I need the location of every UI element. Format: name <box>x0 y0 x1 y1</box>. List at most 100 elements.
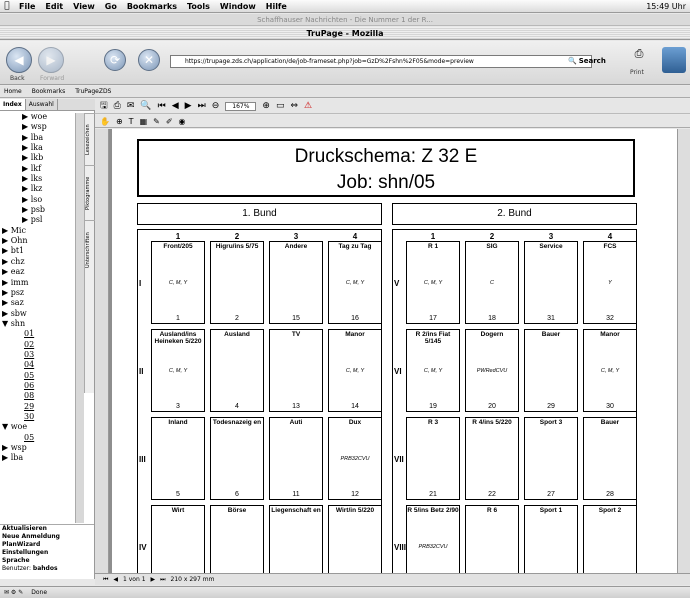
tree-item[interactable]: ▶ lkb <box>0 153 80 163</box>
home-link[interactable]: Home <box>4 88 22 95</box>
page-slot[interactable]: SIG C 18 <box>465 241 519 324</box>
tree-item[interactable]: ▶ lkz <box>0 184 80 194</box>
collapsed-triangle-icon[interactable]: ▶ <box>2 288 11 297</box>
tree-item[interactable]: ▶ lks <box>0 174 80 184</box>
link-neue-anmeldung[interactable]: Neue Anmeldung <box>2 533 94 541</box>
prev-page-small-icon[interactable]: ◀ <box>113 576 118 583</box>
collapsed-triangle-icon[interactable]: ▶ <box>22 143 31 152</box>
stamp-tool-icon[interactable]: ◉ <box>179 117 186 126</box>
pdf-nav-tabs[interactable] <box>95 129 109 573</box>
expanded-triangle-icon[interactable]: ▼ <box>2 422 11 431</box>
collapsed-triangle-icon[interactable]: ▶ <box>22 153 31 162</box>
tree-item[interactable]: ▶ bt1 <box>0 246 80 256</box>
link-planwizard[interactable]: PlanWizard <box>2 541 94 549</box>
page-slot[interactable]: FCS Y 32 <box>583 241 637 324</box>
page-slot[interactable]: Sport 3 27 <box>524 417 578 500</box>
first-page-icon[interactable]: ⏮ <box>158 101 166 111</box>
tree-item[interactable]: ▼ woe <box>0 422 80 432</box>
page-slot[interactable]: Wirt <box>151 505 205 573</box>
status-icons[interactable]: ✉ ⚙ ✎ <box>4 589 23 596</box>
note-tool-icon[interactable]: ✎ <box>153 117 160 126</box>
collapsed-triangle-icon[interactable]: ▶ <box>2 453 11 462</box>
tree-item[interactable]: ▶ Mic <box>0 226 80 236</box>
menu-go[interactable]: Go <box>100 2 122 11</box>
reload-icon[interactable]: ⟳ <box>104 49 126 71</box>
next-page-small-icon[interactable]: ▶ <box>151 576 156 583</box>
page-slot[interactable]: Sport 1 <box>524 505 578 573</box>
tree-item[interactable]: 01 <box>0 329 80 339</box>
tree-item[interactable]: 02 <box>0 340 80 350</box>
tree-item[interactable]: 05 <box>0 433 80 443</box>
stop-icon[interactable]: ✕ <box>138 49 160 71</box>
last-page-icon[interactable]: ⏭ <box>198 101 206 111</box>
text-select-icon[interactable]: T <box>129 117 134 126</box>
print-icon[interactable]: ⎙ <box>114 101 121 111</box>
page-slot[interactable]: Auti 11 <box>269 417 323 500</box>
collapsed-triangle-icon[interactable]: ▶ <box>2 257 11 266</box>
link-einstellungen[interactable]: Einstellungen <box>2 549 94 557</box>
page-indicator[interactable]: 1 von 1 <box>123 576 145 583</box>
page-slot[interactable]: Bauer 29 <box>524 329 578 412</box>
tree-item[interactable]: ▶ psl <box>0 215 80 225</box>
collapsed-triangle-icon[interactable]: ▶ <box>2 298 11 307</box>
collapsed-triangle-icon[interactable]: ▶ <box>2 267 11 276</box>
zoom-tool-icon[interactable]: ⊕ <box>116 117 123 126</box>
sidebar-scrollbar[interactable] <box>75 113 84 523</box>
tree-item[interactable]: ▶ psb <box>0 205 80 215</box>
tab-auswahl[interactable]: Auswahl <box>26 99 58 110</box>
collapsed-triangle-icon[interactable]: ▶ <box>22 122 31 131</box>
page-slot[interactable]: R 4/ins 5/220 22 <box>465 417 519 500</box>
collapsed-triangle-icon[interactable]: ▶ <box>22 133 31 142</box>
collapsed-triangle-icon[interactable]: ▶ <box>22 195 31 204</box>
tree-item[interactable]: ▶ Ohn <box>0 236 80 246</box>
tree-item[interactable]: ▶ lba <box>0 133 80 143</box>
find-icon[interactable]: 🔍 <box>140 101 151 111</box>
page-slot[interactable]: Higru/ins 5/75 2 <box>210 241 264 324</box>
tree-item[interactable]: 30 <box>0 412 80 422</box>
collapsed-triangle-icon[interactable]: ▶ <box>2 226 11 235</box>
menu-tools[interactable]: Tools <box>182 2 215 11</box>
page-slot[interactable]: TV 13 <box>269 329 323 412</box>
page-slot[interactable]: R 2/ins Fiat 5/145 C, M, Y 19 <box>406 329 460 412</box>
first-page-small-icon[interactable]: ⏮ <box>103 576 108 584</box>
page-slot[interactable]: R 6 <box>465 505 519 573</box>
collapsed-triangle-icon[interactable]: ▶ <box>2 246 11 255</box>
tree-item[interactable]: ▶ lkf <box>0 164 80 174</box>
hand-tool-icon[interactable]: ✋ <box>100 117 110 126</box>
page-slot[interactable]: Bauer 28 <box>583 417 637 500</box>
expanded-triangle-icon[interactable]: ▼ <box>2 319 11 328</box>
menu-help[interactable]: Hilfe <box>261 2 292 11</box>
tree-item[interactable]: 04 <box>0 360 80 370</box>
tree-item[interactable]: ▶ lba <box>0 453 80 463</box>
tree-item[interactable]: ▶ woe <box>0 112 80 122</box>
zoom-out-icon[interactable]: ⊖ <box>212 101 220 111</box>
trupagezds-link[interactable]: TruPageZDS <box>75 88 111 95</box>
page-slot[interactable]: Manor C, M, Y 14 <box>328 329 382 412</box>
window-title[interactable]: TruPage - Mozilla <box>0 27 690 40</box>
tree-item[interactable]: ▶ lka <box>0 143 80 153</box>
page-slot[interactable]: Liegenschaft en <box>269 505 323 573</box>
forward-arrow-icon[interactable]: ▶ <box>38 47 64 73</box>
collapsed-triangle-icon[interactable]: ▶ <box>22 174 31 183</box>
tree-item[interactable]: ▶ wsp <box>0 122 80 132</box>
page-slot[interactable]: R 1 C, M, Y 17 <box>406 241 460 324</box>
zoom-field[interactable]: 167% <box>225 101 257 111</box>
tab-piktogramme[interactable]: Piktogramme <box>85 165 95 220</box>
page-slot[interactable]: Ausland/ins Heineken 5/220 C, M, Y 3 <box>151 329 205 412</box>
url-input[interactable]: https://trupage.zds.ch/application/de/jo… <box>170 55 592 68</box>
fit-page-icon[interactable]: ▭ <box>276 101 285 111</box>
page-slot[interactable]: Service 31 <box>524 241 578 324</box>
fit-width-icon[interactable]: ⇔ <box>290 101 298 111</box>
tree-item[interactable]: ▶ sbw <box>0 309 80 319</box>
menu-window[interactable]: Window <box>215 2 261 11</box>
next-page-icon[interactable]: ▶ <box>185 101 192 111</box>
page-slot[interactable]: Front/205 C, M, Y 1 <box>151 241 205 324</box>
tab-index[interactable]: Index <box>0 99 26 110</box>
collapsed-triangle-icon[interactable]: ▶ <box>22 205 31 214</box>
save-icon[interactable]: 🖫 <box>100 98 108 114</box>
collapsed-triangle-icon[interactable]: ▶ <box>22 164 31 173</box>
tree-item[interactable]: ▶ wsp <box>0 443 80 453</box>
graphics-select-icon[interactable]: ▦ <box>140 117 148 126</box>
page-slot[interactable]: Andere 15 <box>269 241 323 324</box>
collapsed-triangle-icon[interactable]: ▶ <box>2 236 11 245</box>
